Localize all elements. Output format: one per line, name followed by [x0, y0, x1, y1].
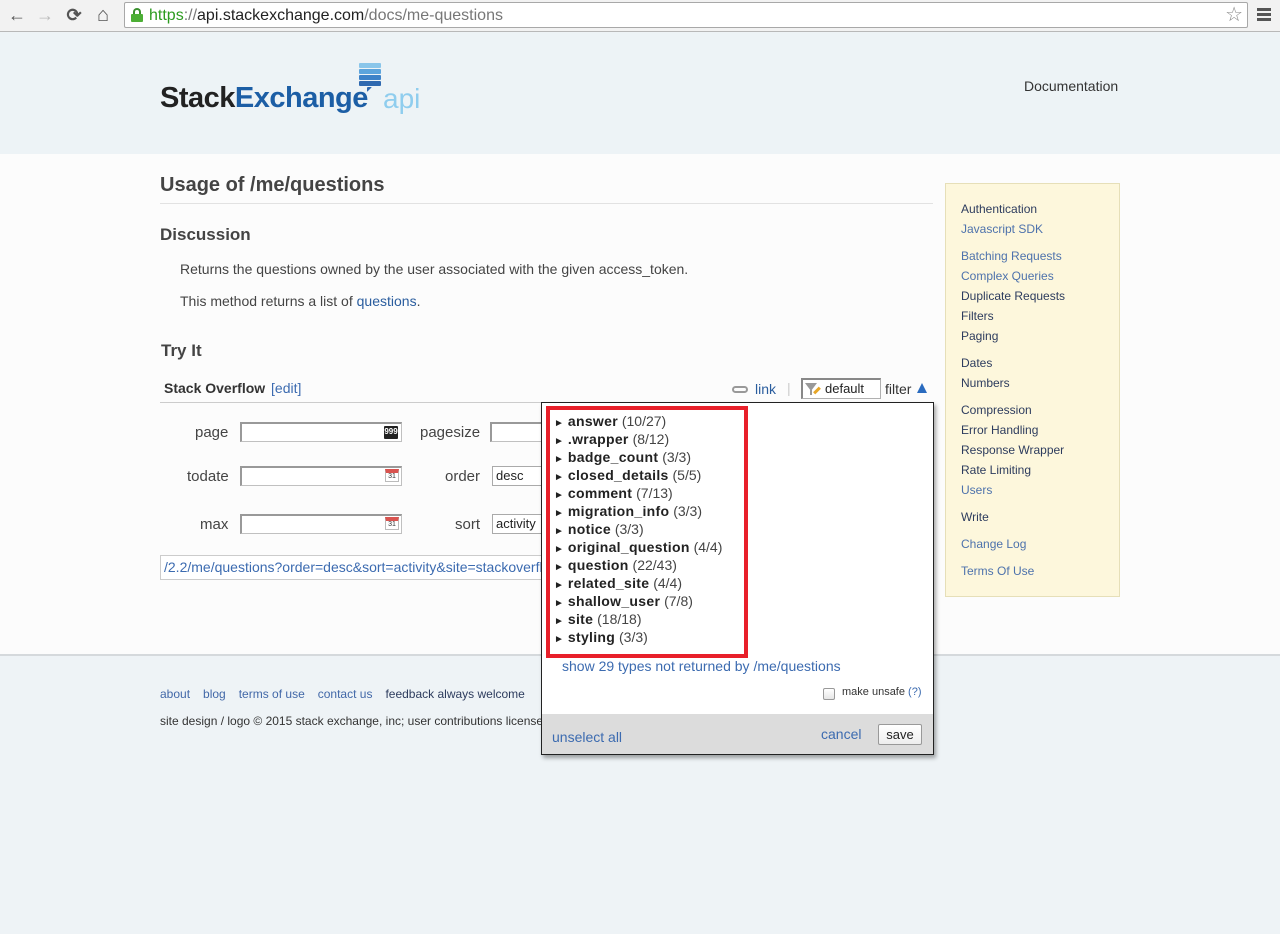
make-unsafe-text: make unsafe — [842, 686, 905, 698]
returns-suffix: . — [416, 293, 421, 309]
page-label: page — [195, 424, 229, 441]
sidebar-item[interactable]: Write — [961, 510, 989, 524]
sidebar-item[interactable]: Authentication — [961, 202, 1037, 216]
url-scheme: https — [149, 7, 184, 24]
permalink-link[interactable]: link — [755, 381, 776, 397]
forward-button[interactable]: → — [34, 4, 56, 26]
unselect-all-link[interactable]: unselect all — [552, 729, 622, 745]
sidebar-item[interactable]: Terms Of Use — [961, 564, 1034, 578]
highlight-box — [546, 406, 748, 658]
sidebar-item[interactable]: Compression — [961, 403, 1032, 417]
separator: | — [787, 380, 791, 396]
calendar-icon[interactable]: 31 — [385, 469, 399, 482]
max-input[interactable] — [240, 514, 402, 534]
collapse-filter-icon[interactable] — [917, 383, 927, 393]
returns-prefix: This method returns a list of — [180, 293, 357, 309]
title-divider — [160, 203, 933, 204]
sort-label: sort — [455, 516, 481, 533]
footer-feedback[interactable]: feedback always welcome — [385, 687, 524, 701]
pagesize-label: pagesize — [420, 424, 481, 441]
todate-input[interactable] — [240, 466, 402, 486]
footer-link-blog[interactable]: blog — [203, 687, 226, 701]
stack-bubble-icon — [359, 63, 381, 92]
sidebar-item[interactable]: Batching Requests — [961, 249, 1062, 263]
sidebar-item[interactable]: Users — [961, 483, 992, 497]
returns-text: This method returns a list of questions. — [180, 293, 420, 309]
sidebar-item[interactable]: Change Log — [961, 537, 1026, 551]
site-name: Stack Overflow — [164, 380, 266, 396]
sidebar-item[interactable]: Error Handling — [961, 423, 1038, 437]
show-more-types-link[interactable]: show 29 types not returned by /me/questi… — [562, 658, 841, 674]
reload-button[interactable]: ⟳ — [63, 4, 85, 26]
home-icon: ⌂ — [96, 4, 110, 26]
url-separator: :// — [183, 7, 198, 24]
sidebar-item[interactable]: Complex Queries — [961, 269, 1054, 283]
funnel-stem — [810, 390, 812, 395]
back-button[interactable]: ← — [6, 4, 28, 26]
back-arrow-icon: ← — [8, 5, 26, 25]
documentation-link[interactable]: Documentation — [1024, 78, 1118, 94]
make-unsafe-label: make unsafe (?) — [842, 686, 922, 698]
sidebar-item[interactable]: Numbers — [961, 376, 1010, 390]
url-text[interactable]: https://api.stackexchange.com/docs/me-qu… — [149, 6, 503, 26]
browser-menu-icon[interactable] — [1257, 8, 1271, 22]
lock-icon — [131, 8, 143, 22]
sidebar-item[interactable]: Rate Limiting — [961, 463, 1031, 477]
logo-api: api — [383, 83, 421, 114]
url-host: api.stackexchange.com — [197, 7, 365, 24]
sidebar-item[interactable]: Duplicate Requests — [961, 289, 1065, 303]
docs-sidebar: Authentication Javascript SDK Batching Req… — [945, 183, 1120, 597]
address-bar[interactable]: https://api.stackexchange.com/docs/me-qu… — [124, 2, 1248, 28]
cancel-link[interactable]: cancel — [821, 726, 861, 742]
page-input[interactable] — [240, 422, 402, 442]
try-it-heading: Try It — [161, 341, 202, 360]
home-button[interactable]: ⌂ — [92, 4, 114, 26]
make-unsafe-checkbox[interactable] — [823, 688, 835, 700]
sidebar-item[interactable]: Response Wrapper — [961, 443, 1064, 457]
stackexchange-logo[interactable]: StackExchange — [160, 80, 368, 116]
request-url-field[interactable]: /2.2/me/questions?order=desc&sort=activi… — [160, 555, 550, 580]
footer-link-about[interactable]: about — [160, 687, 190, 701]
help-link[interactable]: (?) — [908, 686, 921, 698]
number-spinner-icon: 999 — [384, 426, 398, 439]
logo-exchange: Exchange — [234, 82, 369, 114]
footer-link-terms[interactable]: terms of use — [239, 687, 305, 701]
logo-stack: Stack — [160, 82, 235, 114]
discussion-text: Returns the questions owned by the user … — [180, 261, 689, 277]
edit-site-link[interactable]: [edit] — [271, 380, 301, 396]
questions-link[interactable]: questions — [357, 293, 417, 309]
sidebar-item[interactable]: Javascript SDK — [961, 222, 1043, 236]
site-selector: Stack Overflow [edit] — [164, 380, 301, 396]
discussion-heading: Discussion — [160, 225, 251, 244]
bookmark-star-icon[interactable]: ☆ — [1225, 4, 1243, 26]
todate-label: todate — [187, 468, 229, 485]
browser-toolbar: ← → ⟳ ⌂ https://api.stackexchange.com/do… — [0, 0, 1280, 32]
order-label: order — [445, 468, 481, 485]
footer-links: about blog terms of use contact us feedback … — [160, 687, 538, 701]
sidebar-item[interactable]: Dates — [961, 356, 992, 370]
chain-link-icon[interactable] — [732, 386, 748, 393]
footer-link-contact[interactable]: contact us — [318, 687, 373, 701]
max-label: max — [200, 516, 229, 533]
calendar-icon[interactable]: 31 — [385, 517, 399, 530]
save-button[interactable]: save — [878, 724, 922, 745]
filter-label: filter — [885, 381, 912, 397]
url-path: /docs/me-questions — [364, 7, 503, 24]
page-title: Usage of /me/questions — [160, 174, 385, 196]
sidebar-item[interactable]: Paging — [961, 329, 998, 343]
reload-icon: ⟳ — [66, 5, 82, 25]
try-divider — [160, 402, 542, 403]
sidebar-item[interactable]: Filters — [961, 309, 994, 323]
forward-arrow-icon: → — [36, 5, 54, 25]
